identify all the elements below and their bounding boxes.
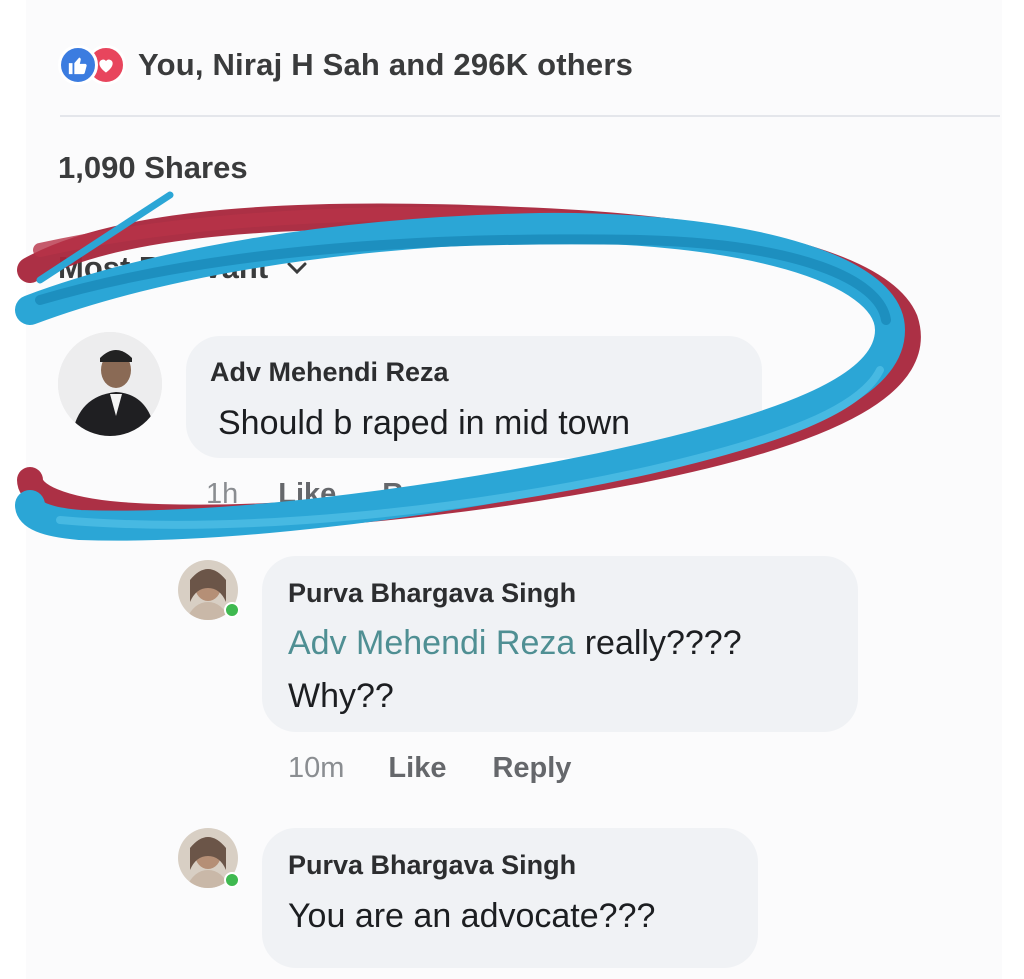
chevron-down-icon [287,262,307,275]
comment-text-line-1: Adv Mehendi Reza really???? [288,620,742,666]
comment-author[interactable]: Adv Mehendi Reza [210,357,449,388]
reactions-count-text: You, Niraj H Sah and 296K others [138,47,634,82]
comment-timestamp[interactable]: 1h [206,478,238,511]
reply-button[interactable]: Reply [492,752,571,785]
comment-text-continuation: really???? [575,624,742,662]
avatar[interactable] [58,332,162,436]
divider [60,115,1000,117]
comment-actions: 10m Like Reply [288,752,571,785]
online-status-indicator [224,602,240,618]
comment-text: You are an advocate??? [288,897,656,935]
comment-timestamp[interactable]: 10m [288,752,344,785]
reactions-summary[interactable]: You, Niraj H Sah and 296K others [58,40,633,90]
comment-actions: 1h Like Reply [206,478,461,511]
like-button[interactable]: Like [278,478,336,511]
right-margin [1002,0,1024,979]
sort-label: Most Relevant [58,250,269,285]
comment-author[interactable]: Purva Bhargava Singh [288,578,576,609]
left-margin [0,0,26,979]
like-reaction-icon [58,45,98,85]
like-button[interactable]: Like [388,752,446,785]
comment-author[interactable]: Purva Bhargava Singh [288,850,576,881]
reply-button[interactable]: Reply [382,478,461,511]
online-status-indicator [224,872,240,888]
comment-sort-dropdown[interactable]: Most Relevant [58,250,308,286]
comment-text-line-2: Why?? [288,677,394,715]
comment-text: Should b raped in mid town [218,404,631,442]
mention-link[interactable]: Adv Mehendi Reza [288,624,575,662]
shares-count[interactable]: 1,090 Shares [58,150,248,186]
